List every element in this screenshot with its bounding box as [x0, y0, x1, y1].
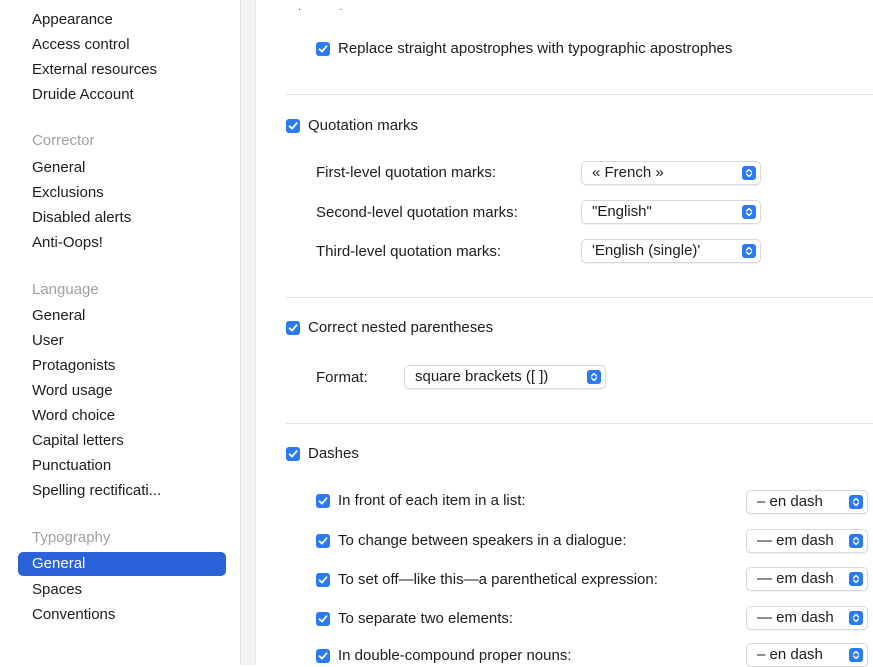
separator	[286, 94, 873, 95]
format-label: Format:	[316, 369, 368, 386]
first-level-label: First-level quotation marks:	[316, 164, 497, 181]
chevron-up-down-icon	[849, 534, 863, 548]
settings-content: . . Replace straight apostrophes with ty…	[256, 0, 873, 667]
dash-dialogue-checkbox[interactable]: To change between speakers in a dialogue…	[316, 532, 627, 549]
dash-list-item-popup[interactable]: – en dash	[746, 490, 868, 514]
sidebar-item-protagonists[interactable]: Protagonists	[18, 354, 226, 378]
dash-compound-label: In double-compound proper nouns:	[338, 647, 572, 664]
chevron-up-down-icon	[587, 370, 601, 384]
dash-list-item-label: In front of each item in a list:	[338, 492, 526, 509]
sidebar-item-user[interactable]: User	[18, 329, 226, 353]
second-level-value: "English"	[592, 203, 652, 220]
dash-dialogue-value: — em dash	[757, 532, 834, 549]
sidebar-item-anti-oops[interactable]: Anti-Oops!	[18, 231, 226, 255]
dashes-label: Dashes	[308, 445, 359, 462]
checkmark-icon	[286, 446, 300, 461]
sidebar-divider[interactable]	[241, 0, 256, 665]
separator	[286, 423, 873, 424]
checkmark-icon	[316, 41, 330, 56]
checkmark-icon	[316, 611, 330, 626]
checkmark-icon	[286, 118, 300, 133]
dash-parenthetical-popup[interactable]: — em dash	[746, 567, 868, 591]
dashes-checkbox[interactable]: Dashes	[286, 445, 359, 462]
separator	[286, 297, 873, 298]
dash-list-item-value: – en dash	[757, 493, 823, 510]
dash-dialogue-popup[interactable]: — em dash	[746, 529, 868, 553]
sidebar-item-conventions[interactable]: Conventions	[18, 603, 226, 627]
first-level-popup[interactable]: « French »	[581, 161, 761, 185]
chevron-up-down-icon	[849, 648, 863, 662]
sidebar-item-word-usage[interactable]: Word usage	[18, 379, 226, 403]
dash-separate-checkbox[interactable]: To separate two elements:	[316, 610, 513, 627]
sidebar-item-spaces[interactable]: Spaces	[18, 578, 226, 602]
dash-list-item-checkbox[interactable]: In front of each item in a list:	[316, 492, 526, 509]
sidebar-item-druide-account[interactable]: Druide Account	[18, 83, 226, 107]
sidebar-item-capital-letters[interactable]: Capital letters	[18, 429, 226, 453]
third-level-label: Third-level quotation marks:	[316, 243, 502, 260]
quotation-marks-checkbox[interactable]: Quotation marks	[286, 117, 418, 134]
dash-separate-value: — em dash	[757, 609, 834, 626]
format-value: square brackets ([ ])	[415, 368, 549, 385]
sidebar-item-access-control[interactable]: Access control	[18, 33, 226, 57]
third-level-popup[interactable]: 'English (single)'	[581, 239, 761, 263]
dash-compound-popup[interactable]: – en dash	[746, 643, 868, 667]
sidebar-item-appearance[interactable]: Appearance	[18, 8, 226, 32]
dash-dialogue-label: To change between speakers in a dialogue…	[338, 532, 627, 549]
second-level-label: Second-level quotation marks:	[316, 204, 518, 221]
nested-parentheses-checkbox[interactable]: Correct nested parentheses	[286, 319, 493, 336]
sidebar-item-language-general[interactable]: General	[18, 304, 226, 328]
first-level-value: « French »	[592, 164, 664, 181]
dash-compound-checkbox[interactable]: In double-compound proper nouns:	[316, 647, 572, 664]
checkmark-icon	[316, 533, 330, 548]
format-popup[interactable]: square brackets ([ ])	[404, 365, 606, 389]
sidebar-header-typography: Typography	[32, 529, 111, 546]
checkmark-icon	[316, 493, 330, 508]
dash-parenthetical-value: — em dash	[757, 570, 834, 587]
checkmark-icon	[316, 648, 330, 663]
chevron-up-down-icon	[849, 572, 863, 586]
sidebar-item-punctuation[interactable]: Punctuation	[18, 454, 226, 478]
sidebar-item-spelling-rectifications[interactable]: Spelling rectificati...	[18, 479, 226, 503]
sidebar-header-language: Language	[32, 281, 99, 298]
chevron-up-down-icon	[742, 205, 756, 219]
sidebar-item-exclusions[interactable]: Exclusions	[18, 181, 226, 205]
dash-parenthetical-label: To set off—like this—a parenthetical exp…	[338, 571, 658, 588]
checkmark-icon	[316, 572, 330, 587]
third-level-value: 'English (single)'	[592, 242, 701, 259]
checkmark-icon	[286, 320, 300, 335]
sidebar-item-corrector-general[interactable]: General	[18, 156, 226, 180]
second-level-popup[interactable]: "English"	[581, 200, 761, 224]
sidebar-item-disabled-alerts[interactable]: Disabled alerts	[18, 206, 226, 230]
dash-parenthetical-checkbox[interactable]: To set off—like this—a parenthetical exp…	[316, 571, 658, 588]
apostrophes-checkbox[interactable]: Replace straight apostrophes with typogr…	[316, 40, 732, 57]
top-overflow-text: . .	[298, 2, 361, 13]
nested-parentheses-label: Correct nested parentheses	[308, 319, 494, 336]
dash-separate-popup[interactable]: — em dash	[746, 606, 868, 630]
sidebar-header-corrector: Corrector	[32, 132, 95, 149]
dash-separate-label: To separate two elements:	[338, 610, 514, 627]
sidebar-item-external-resources[interactable]: External resources	[18, 58, 226, 82]
chevron-up-down-icon	[849, 611, 863, 625]
chevron-up-down-icon	[742, 244, 756, 258]
apostrophes-label: Replace straight apostrophes with typogr…	[338, 40, 733, 57]
sidebar-item-word-choice[interactable]: Word choice	[18, 404, 226, 428]
sidebar: Appearance Access control External resou…	[0, 0, 241, 665]
dash-compound-value: – en dash	[757, 646, 823, 663]
chevron-up-down-icon	[742, 166, 756, 180]
chevron-up-down-icon	[849, 495, 863, 509]
sidebar-item-typography-general[interactable]: General	[18, 552, 226, 576]
quotation-marks-label: Quotation marks	[308, 117, 419, 134]
